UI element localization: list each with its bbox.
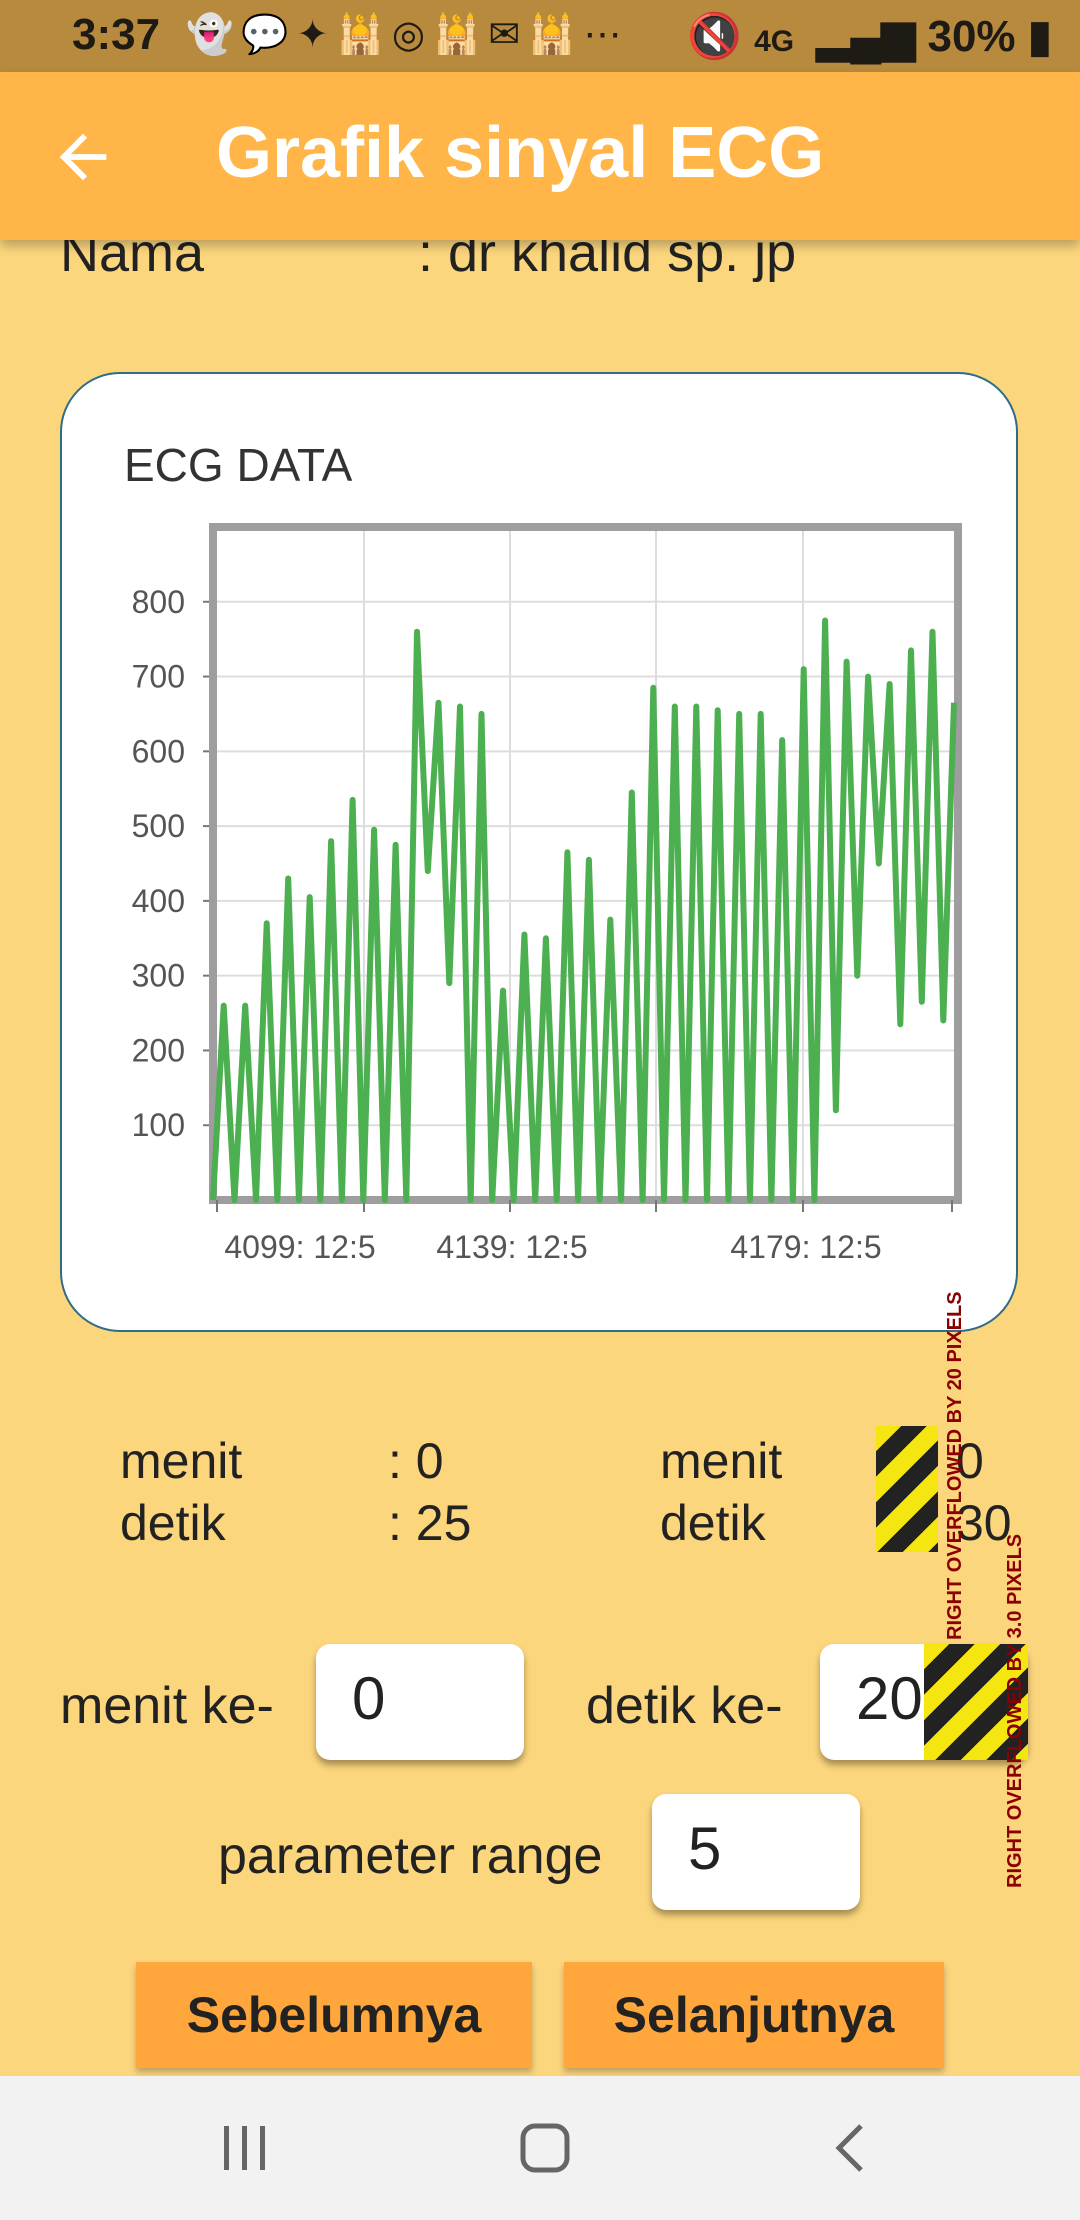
- menit-input[interactable]: 0: [316, 1644, 524, 1760]
- start-menit-label: menit: [120, 1433, 243, 1489]
- start-detik-value: : 25: [388, 1495, 472, 1551]
- arrow-left-icon: [59, 133, 107, 181]
- parameter-range-label: parameter range: [218, 1827, 603, 1885]
- y-tick-label: 200: [132, 1032, 185, 1068]
- app-bar: Grafik sinyal ECG: [0, 72, 1080, 240]
- x-tick-label: 4139: 12:5: [436, 1229, 587, 1265]
- x-tick-label: 4179: 12:5: [730, 1229, 881, 1265]
- start-menit-value: : 0: [388, 1433, 444, 1489]
- y-tick-label: 100: [132, 1107, 185, 1143]
- y-tick-label: 300: [132, 958, 185, 994]
- y-tick-label: 500: [132, 808, 185, 844]
- overflow-warning-stripe: [876, 1426, 938, 1552]
- back-button[interactable]: [48, 122, 118, 192]
- x-tick-label: 4099: 12:5: [224, 1229, 375, 1265]
- y-tick-label: 400: [132, 883, 185, 919]
- home-icon[interactable]: [515, 2118, 575, 2178]
- y-tick-label: 600: [132, 733, 185, 769]
- detik-ke-label: detik ke-: [586, 1677, 783, 1735]
- page-title: Grafik sinyal ECG: [216, 113, 825, 193]
- system-nav-bar: [0, 2076, 1080, 2220]
- menit-ke-label: menit ke-: [60, 1677, 274, 1735]
- recents-icon[interactable]: [220, 2118, 270, 2178]
- overflow-warning-text: RIGHT OVERFLOWED BY 20 PIXELS: [944, 1291, 966, 1640]
- end-detik-label: detik: [660, 1495, 766, 1551]
- start-detik-label: detik: [120, 1495, 226, 1551]
- previous-button[interactable]: Sebelumnya: [136, 1962, 532, 2068]
- back-icon[interactable]: [825, 2118, 875, 2178]
- range-input[interactable]: 5: [652, 1794, 860, 1910]
- overflow-warning-text: RIGHT OVERFLOWED BY 3.0 PIXELS: [1004, 1533, 1026, 1888]
- y-tick-label: 700: [132, 659, 185, 695]
- next-button[interactable]: Selanjutnya: [564, 1962, 944, 2068]
- end-menit-label: menit: [660, 1433, 783, 1489]
- y-tick-label: 800: [132, 584, 185, 620]
